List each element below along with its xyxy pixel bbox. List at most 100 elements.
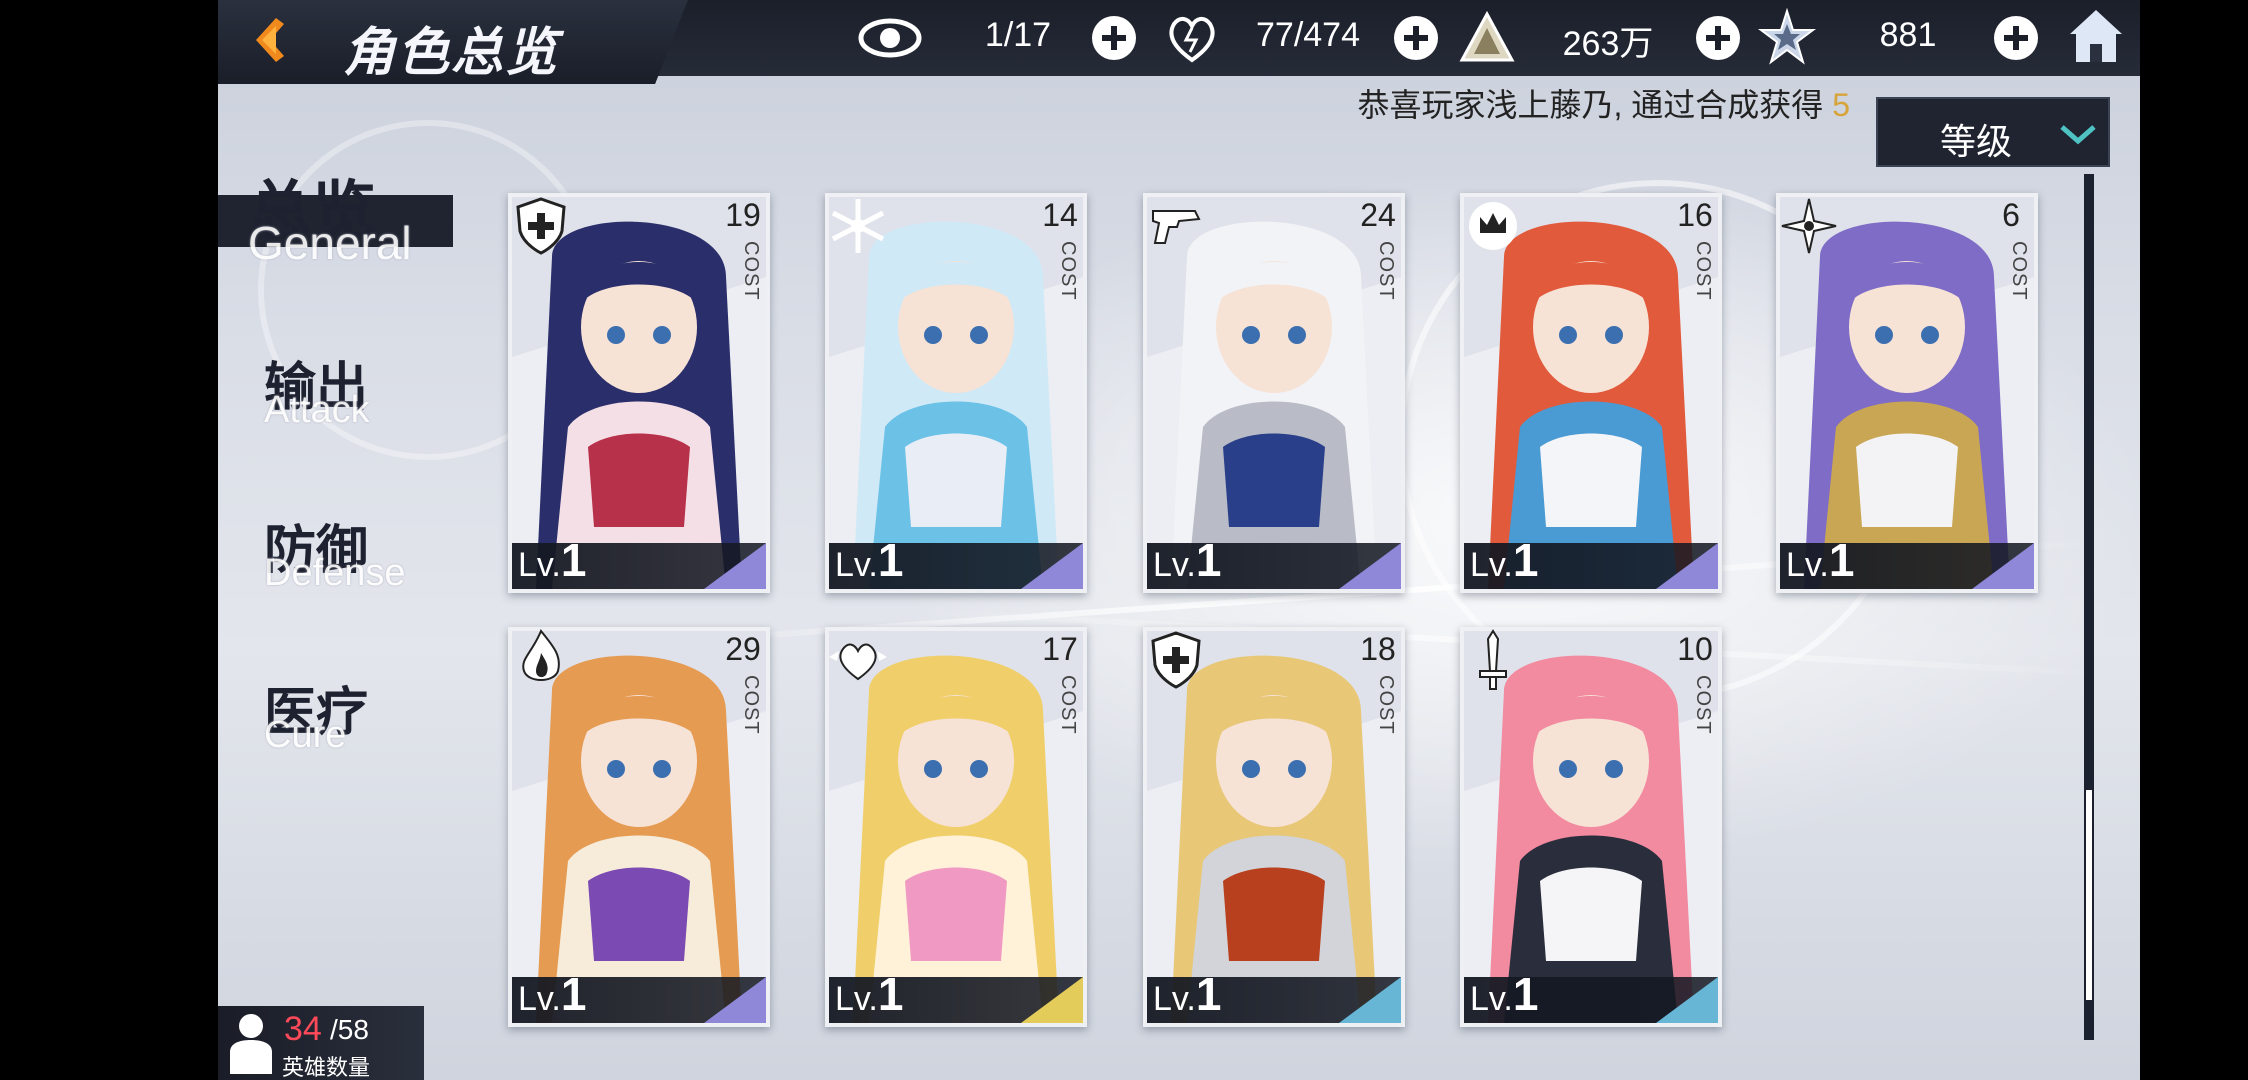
card-cost-value: 24 — [1360, 197, 1396, 233]
person-icon — [230, 1014, 272, 1074]
character-card[interactable]: 6 COST Lv.1 — [1776, 193, 2038, 593]
star-crystal-icon — [1758, 8, 1816, 65]
card-level-bar: Lv.1 — [829, 534, 1083, 589]
level-prefix: Lv. — [518, 980, 561, 1018]
scrollbar-thumb[interactable] — [2086, 790, 2092, 1000]
level-value: 1 — [877, 534, 904, 586]
rarity-corner — [1339, 543, 1401, 589]
level-value: 1 — [1512, 968, 1539, 1020]
heart-add-button[interactable] — [1394, 16, 1438, 60]
rarity-corner — [704, 977, 766, 1023]
back-arrow-icon — [256, 18, 284, 62]
star-add-button[interactable] — [1994, 16, 2038, 60]
hero-count-label: 英雄数量 — [282, 1055, 371, 1080]
card-cost-label: COST — [2008, 241, 2030, 301]
sort-dropdown[interactable]: 等级 — [1876, 97, 2110, 167]
eye-icon — [858, 18, 922, 58]
rarity-corner — [1021, 977, 1083, 1023]
card-cost-value: 29 — [725, 631, 761, 667]
card-cost-label: COST — [740, 675, 762, 735]
level-value: 1 — [1512, 534, 1539, 586]
level-prefix: Lv. — [1470, 546, 1513, 584]
character-card[interactable]: 17 COST Lv.1 — [825, 627, 1087, 1027]
rarity-corner — [704, 543, 766, 589]
character-card[interactable]: 24 COST Lv.1 — [1143, 193, 1405, 593]
tab-label-en: Defense — [264, 552, 406, 594]
card-level-bar: Lv.1 — [512, 968, 766, 1023]
level-value: 1 — [1195, 534, 1222, 586]
card-level-label: Lv.1 — [1153, 967, 1221, 1021]
sort-selected-value: 等级 — [1940, 121, 2013, 162]
rarity-corner — [1656, 977, 1718, 1023]
character-card[interactable]: 18 COST Lv.1 — [1143, 627, 1405, 1027]
level-prefix: Lv. — [835, 980, 878, 1018]
card-level-bar: Lv.1 — [1780, 534, 2034, 589]
card-cost-label: COST — [1692, 241, 1714, 301]
announcement-text: 恭喜玩家浅上藤乃, 通过合成获得 — [1357, 87, 1824, 123]
card-cost-value: 14 — [1042, 197, 1078, 233]
card-level-label: Lv.1 — [835, 967, 903, 1021]
card-cost-label: COST — [1375, 241, 1397, 301]
card-cost-value: 10 — [1677, 631, 1713, 667]
eye-add-button[interactable] — [1092, 16, 1136, 60]
tab-defense[interactable]: 防御 Defense — [264, 508, 406, 594]
card-cost-value: 17 — [1042, 631, 1078, 667]
card-level-bar: Lv.1 — [1464, 534, 1718, 589]
level-prefix: Lv. — [1786, 546, 1829, 584]
chevron-down-icon — [2060, 125, 2096, 145]
level-prefix: Lv. — [1153, 546, 1196, 584]
game-screen: 角色总览 1/17 77/474 263万 881 恭喜玩家浅上藤乃, 通过合成… — [218, 0, 2140, 1080]
page-title: 角色总览 — [343, 24, 560, 82]
character-card[interactable]: 14 COST Lv.1 — [825, 193, 1087, 593]
card-level-label: Lv.1 — [518, 533, 586, 587]
back-button[interactable] — [242, 10, 302, 70]
snowflake-icon — [825, 193, 891, 259]
level-prefix: Lv. — [1470, 980, 1513, 1018]
home-button[interactable] — [2066, 6, 2126, 66]
card-cost-label: COST — [1375, 675, 1397, 735]
heart-resource-value: 77/474 — [1256, 16, 1360, 54]
card-level-bar: Lv.1 — [1147, 534, 1401, 589]
tab-attack[interactable]: 输出 Attack — [264, 345, 370, 431]
card-cost-label: COST — [1057, 675, 1079, 735]
top-bar: 角色总览 1/17 77/474 263万 881 — [218, 0, 2140, 84]
card-level-label: Lv.1 — [1786, 533, 1854, 587]
level-prefix: Lv. — [1153, 980, 1196, 1018]
announcement-marquee: 恭喜玩家浅上藤乃, 通过合成获得 5 — [1358, 80, 1850, 126]
card-cost-label: COST — [740, 241, 762, 301]
character-card[interactable]: 19 COST Lv.1 — [508, 193, 770, 593]
level-prefix: Lv. — [835, 546, 878, 584]
heart-icon — [1169, 17, 1215, 63]
hero-count-panel: 34 /58 英雄数量 — [218, 1006, 424, 1080]
gold-add-button[interactable] — [1696, 16, 1740, 60]
gold-resource-value: 263万 — [1562, 25, 1654, 63]
sword-icon — [1460, 627, 1526, 693]
tab-general[interactable]: 总览 General — [248, 160, 412, 269]
tab-label-en: Cure — [264, 714, 347, 756]
card-cost-value: 6 — [2002, 197, 2020, 233]
eye-resource-value: 1/17 — [984, 16, 1052, 54]
level-value: 1 — [877, 968, 904, 1020]
character-card[interactable]: 29 COST Lv.1 — [508, 627, 770, 1027]
rarity-corner — [1339, 977, 1401, 1023]
tab-cure[interactable]: 医疗 Cure — [264, 670, 368, 756]
crown-cross-icon — [1460, 193, 1526, 259]
gun-icon — [1143, 193, 1209, 259]
hero-count-current: 34 — [284, 1010, 322, 1048]
announcement-highlight: 5 — [1832, 87, 1850, 123]
character-card[interactable]: 16 COST Lv.1 — [1460, 193, 1722, 593]
card-level-label: Lv.1 — [1470, 533, 1538, 587]
shuriken-icon — [1776, 193, 1842, 259]
star-resource-value: 881 — [1879, 16, 1937, 54]
character-card[interactable]: 10 COST Lv.1 — [1460, 627, 1722, 1027]
level-prefix: Lv. — [518, 546, 561, 584]
tab-label-en: General — [248, 217, 412, 269]
card-level-bar: Lv.1 — [1147, 968, 1401, 1023]
card-level-bar: Lv.1 — [512, 534, 766, 589]
rarity-corner — [1021, 543, 1083, 589]
hero-count-total: /58 — [330, 1014, 369, 1045]
level-value: 1 — [560, 534, 587, 586]
card-level-bar: Lv.1 — [829, 968, 1083, 1023]
gold-triangle-icon — [1459, 10, 1515, 62]
shield-cross-icon — [1143, 627, 1209, 693]
